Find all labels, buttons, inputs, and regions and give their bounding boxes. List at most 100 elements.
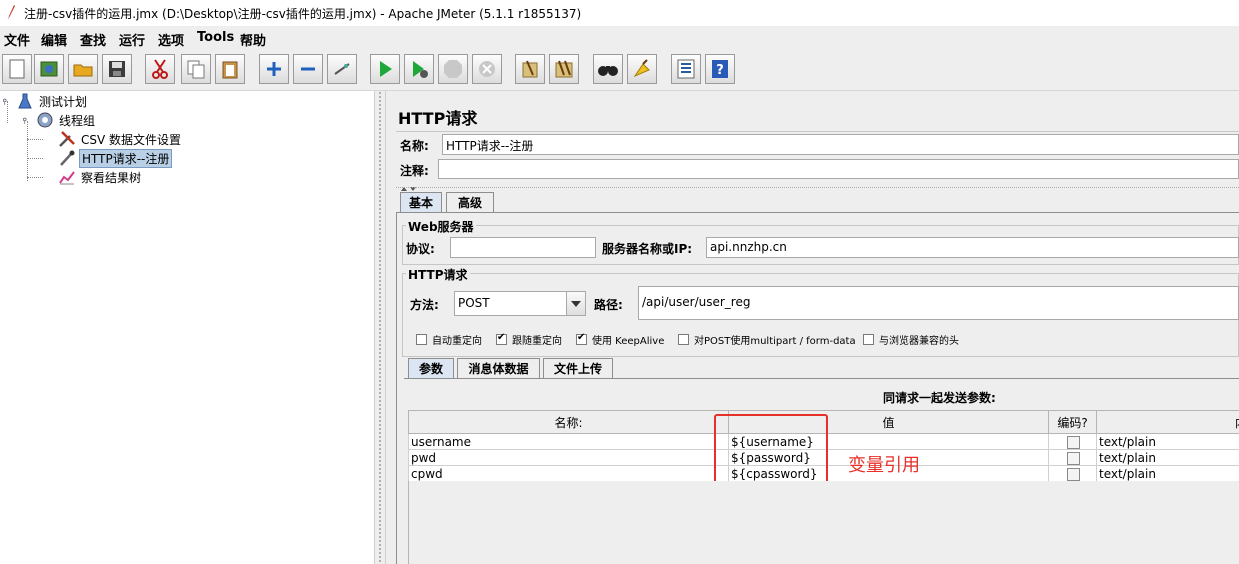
param-name-cell[interactable]: username — [408, 433, 729, 450]
params-header: 同请求一起发送参数: — [883, 391, 996, 405]
start-icon — [380, 61, 392, 77]
help-button[interactable]: ? — [705, 54, 735, 84]
clear-button[interactable] — [515, 54, 545, 84]
jmeter-feather-icon — [8, 5, 15, 19]
open-button[interactable] — [68, 54, 98, 84]
tab-body-data[interactable]: 消息体数据 — [457, 358, 540, 378]
reset-search-button[interactable] — [627, 54, 657, 84]
tree-item-view-results-tree[interactable]: 察看结果树 — [58, 168, 143, 186]
menu-edit[interactable]: 编辑 — [41, 30, 67, 49]
start-no-pauses-button[interactable] — [404, 54, 434, 84]
method-label: 方法: — [410, 298, 439, 312]
tab-file-upload[interactable]: 文件上传 — [543, 358, 613, 378]
reset-search-icon — [633, 59, 650, 78]
encode-cell[interactable] — [1048, 433, 1097, 450]
name-field[interactable]: HTTP请求--注册 — [442, 134, 1239, 155]
search-button[interactable] — [593, 54, 623, 84]
paste-button[interactable] — [215, 54, 245, 84]
panel-title: HTTP请求 — [398, 109, 478, 128]
keepalive-checkbox[interactable] — [576, 332, 587, 345]
tab-basic[interactable]: 基本 — [400, 192, 442, 212]
column-header-content-type[interactable]: 内 — [1096, 410, 1239, 434]
protocol-field[interactable] — [450, 237, 596, 258]
encode-checkbox[interactable] — [1067, 435, 1080, 449]
column-header-name[interactable]: 名称: — [408, 410, 729, 434]
multipart-checkbox[interactable] — [678, 334, 689, 345]
menu-options[interactable]: 选项 — [158, 30, 184, 49]
stop-button[interactable] — [438, 54, 468, 84]
expand-button[interactable] — [259, 54, 289, 84]
auto-redirect-checkbox[interactable] — [416, 334, 427, 345]
content-type-cell[interactable]: text/plain — [1096, 465, 1239, 482]
gear-icon — [37, 112, 53, 128]
comment-field[interactable] — [438, 159, 1239, 179]
stop-icon — [444, 60, 462, 78]
content-type-cell[interactable]: text/plain — [1096, 433, 1239, 450]
encode-checkbox[interactable] — [1067, 467, 1080, 481]
method-select[interactable]: POST — [454, 291, 586, 316]
protocol-label: 协议: — [406, 242, 435, 256]
start-no-pause-icon — [413, 61, 428, 78]
tree-item-http-request[interactable]: HTTP请求--注册 — [58, 148, 173, 168]
encode-cell[interactable] — [1048, 449, 1097, 466]
tree-toggle-icon[interactable] — [22, 111, 32, 129]
column-header-encode[interactable]: 编码? — [1048, 410, 1097, 434]
param-name-cell[interactable]: pwd — [408, 449, 729, 466]
tab-parameters[interactable]: 参数 — [408, 358, 454, 378]
tree-item-csv-data-set[interactable]: CSV 数据文件设置 — [58, 130, 183, 148]
option-follow-redirects[interactable]: 跟随重定向 — [496, 332, 562, 347]
param-name-cell[interactable]: cpwd — [408, 465, 729, 482]
clear-all-icon — [555, 60, 573, 78]
test-plan-tree: 测试计划 线程组 CSV 数据文件设置 HTTP请求--注册 察看结果树 — [0, 91, 374, 564]
tree-item-label: CSV 数据文件设置 — [81, 132, 182, 147]
shutdown-button[interactable] — [472, 54, 502, 84]
collapse-button[interactable] — [293, 54, 323, 84]
copy-button[interactable] — [181, 54, 211, 84]
menu-file[interactable]: 文件 — [4, 30, 30, 49]
copy-icon — [187, 60, 205, 79]
cut-button[interactable] — [145, 54, 175, 84]
menu-run[interactable]: 运行 — [119, 30, 145, 49]
save-icon — [109, 61, 125, 77]
tree-item-test-plan[interactable]: 测试计划 — [2, 92, 89, 110]
clear-all-button[interactable] — [549, 54, 579, 84]
pane-splitter[interactable] — [374, 91, 386, 564]
server-label: 服务器名称或IP: — [602, 242, 693, 256]
web-server-title: Web服务器 — [406, 218, 476, 235]
cut-icon — [152, 59, 168, 79]
path-field[interactable]: /api/user/user_reg — [638, 286, 1239, 320]
content-type-cell[interactable]: text/plain — [1096, 449, 1239, 466]
toggle-icon — [334, 63, 350, 75]
menu-help[interactable]: 帮助 — [240, 30, 266, 49]
tree-toggle-icon[interactable] — [2, 92, 12, 110]
option-auto-redirect[interactable]: 自动重定向 — [416, 332, 482, 347]
menu-tools[interactable]: Tools — [197, 30, 234, 45]
chevron-down-icon[interactable] — [566, 292, 585, 315]
binoculars-icon — [598, 66, 618, 76]
function-helper-button[interactable] — [671, 54, 701, 84]
help-icon: ? — [712, 60, 728, 78]
menu-search[interactable]: 查找 — [80, 30, 106, 49]
templates-button[interactable] — [34, 54, 64, 84]
tree-item-thread-group[interactable]: 线程组 — [22, 111, 97, 129]
option-keepalive[interactable]: 使用 KeepAlive — [576, 332, 664, 347]
encode-checkbox[interactable] — [1067, 451, 1080, 465]
comment-label: 注释: — [400, 164, 429, 178]
tab-advanced[interactable]: 高级 — [446, 192, 494, 212]
tree-item-label: 测试计划 — [39, 94, 88, 109]
option-browser-headers[interactable]: 与浏览器兼容的头 — [863, 332, 959, 347]
browser-headers-checkbox[interactable] — [863, 334, 874, 345]
server-field[interactable]: api.nnzhp.cn — [706, 237, 1239, 258]
follow-redirects-checkbox[interactable] — [496, 332, 507, 345]
list-icon — [677, 59, 695, 79]
toggle-button[interactable] — [327, 54, 357, 84]
paste-icon — [222, 61, 238, 79]
toolbar: ? — [0, 50, 1239, 91]
minus-icon — [301, 67, 315, 71]
new-button[interactable] — [2, 54, 32, 84]
window-title: 注册-csv插件的运用.jmx (D:\Desktop\注册-csv插件的运用.… — [24, 7, 582, 21]
encode-cell[interactable] — [1048, 465, 1097, 482]
save-button[interactable] — [102, 54, 132, 84]
start-button[interactable] — [370, 54, 400, 84]
option-multipart[interactable]: 对POST使用multipart / form-data — [678, 332, 856, 347]
